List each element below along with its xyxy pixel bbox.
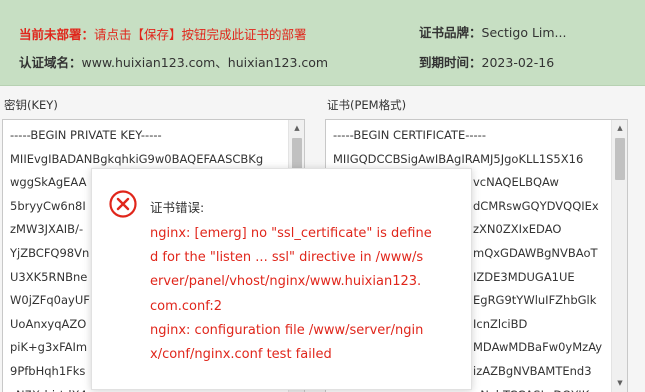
brand-row: 证书品牌：Sectigo Lim... xyxy=(419,22,566,41)
cert-scroll-thumb[interactable] xyxy=(615,138,625,180)
brand-value: Sectigo Lim... xyxy=(481,25,567,40)
domain-row: 认证域名：www.huixian123.com、huixian123.com xyxy=(19,52,328,71)
error-line: com.conf:2 xyxy=(150,298,223,314)
brand-label: 证书品牌： xyxy=(419,25,482,40)
scroll-up-arrow-icon[interactable]: ▲ xyxy=(612,120,627,136)
expiry-row: 到期时间：2023-02-16 xyxy=(419,52,554,71)
error-circle-x-icon xyxy=(109,190,137,218)
error-line: erver/panel/vhost/nginx/www.huixian123. xyxy=(150,274,422,290)
deploy-status-row: 当前未部署：请点击【保存】按钮完成此证书的部署 xyxy=(19,24,307,43)
key-line: -----BEGIN PRIVATE KEY----- xyxy=(10,128,162,142)
dialog-title: 证书错误: xyxy=(150,200,205,215)
deploy-status-label: 当前未部署： xyxy=(19,27,95,42)
error-line: nginx: configuration file /www/server/ng… xyxy=(150,322,424,338)
deploy-status-message: 请点击【保存】按钮完成此证书的部署 xyxy=(94,27,307,42)
error-line: nginx: [emerg] no "ssl_certificate" is d… xyxy=(150,226,432,241)
certificate-status-banner: 当前未部署：请点击【保存】按钮完成此证书的部署 认证域名：www.huixian… xyxy=(0,0,645,86)
error-line: x/conf/nginx.conf test failed xyxy=(150,347,332,363)
expiry-label: 到期时间： xyxy=(419,55,482,70)
expiry-value: 2023-02-16 xyxy=(481,55,555,70)
cert-field-label: 证书(PEM格式) xyxy=(327,98,407,112)
scroll-up-arrow-icon[interactable]: ▲ xyxy=(289,120,304,136)
scroll-down-arrow-icon[interactable]: ▼ xyxy=(612,375,627,391)
certificate-error-dialog: 证书错误: nginx: [emerg] no "ssl_certificate… xyxy=(91,168,472,390)
domain-label: 认证域名： xyxy=(19,55,82,70)
key-field-label: 密钥(KEY) xyxy=(4,98,58,112)
error-line: d for the "listen ... ssl" directive in … xyxy=(150,250,424,266)
cert-scrollbar[interactable]: ▲ ▼ xyxy=(611,120,627,392)
error-message: nginx: [emerg] no "ssl_certificate" is d… xyxy=(150,222,462,367)
cert-line: -----BEGIN CERTIFICATE----- xyxy=(333,128,486,142)
domain-value: www.huixian123.com、huixian123.com xyxy=(81,55,329,70)
